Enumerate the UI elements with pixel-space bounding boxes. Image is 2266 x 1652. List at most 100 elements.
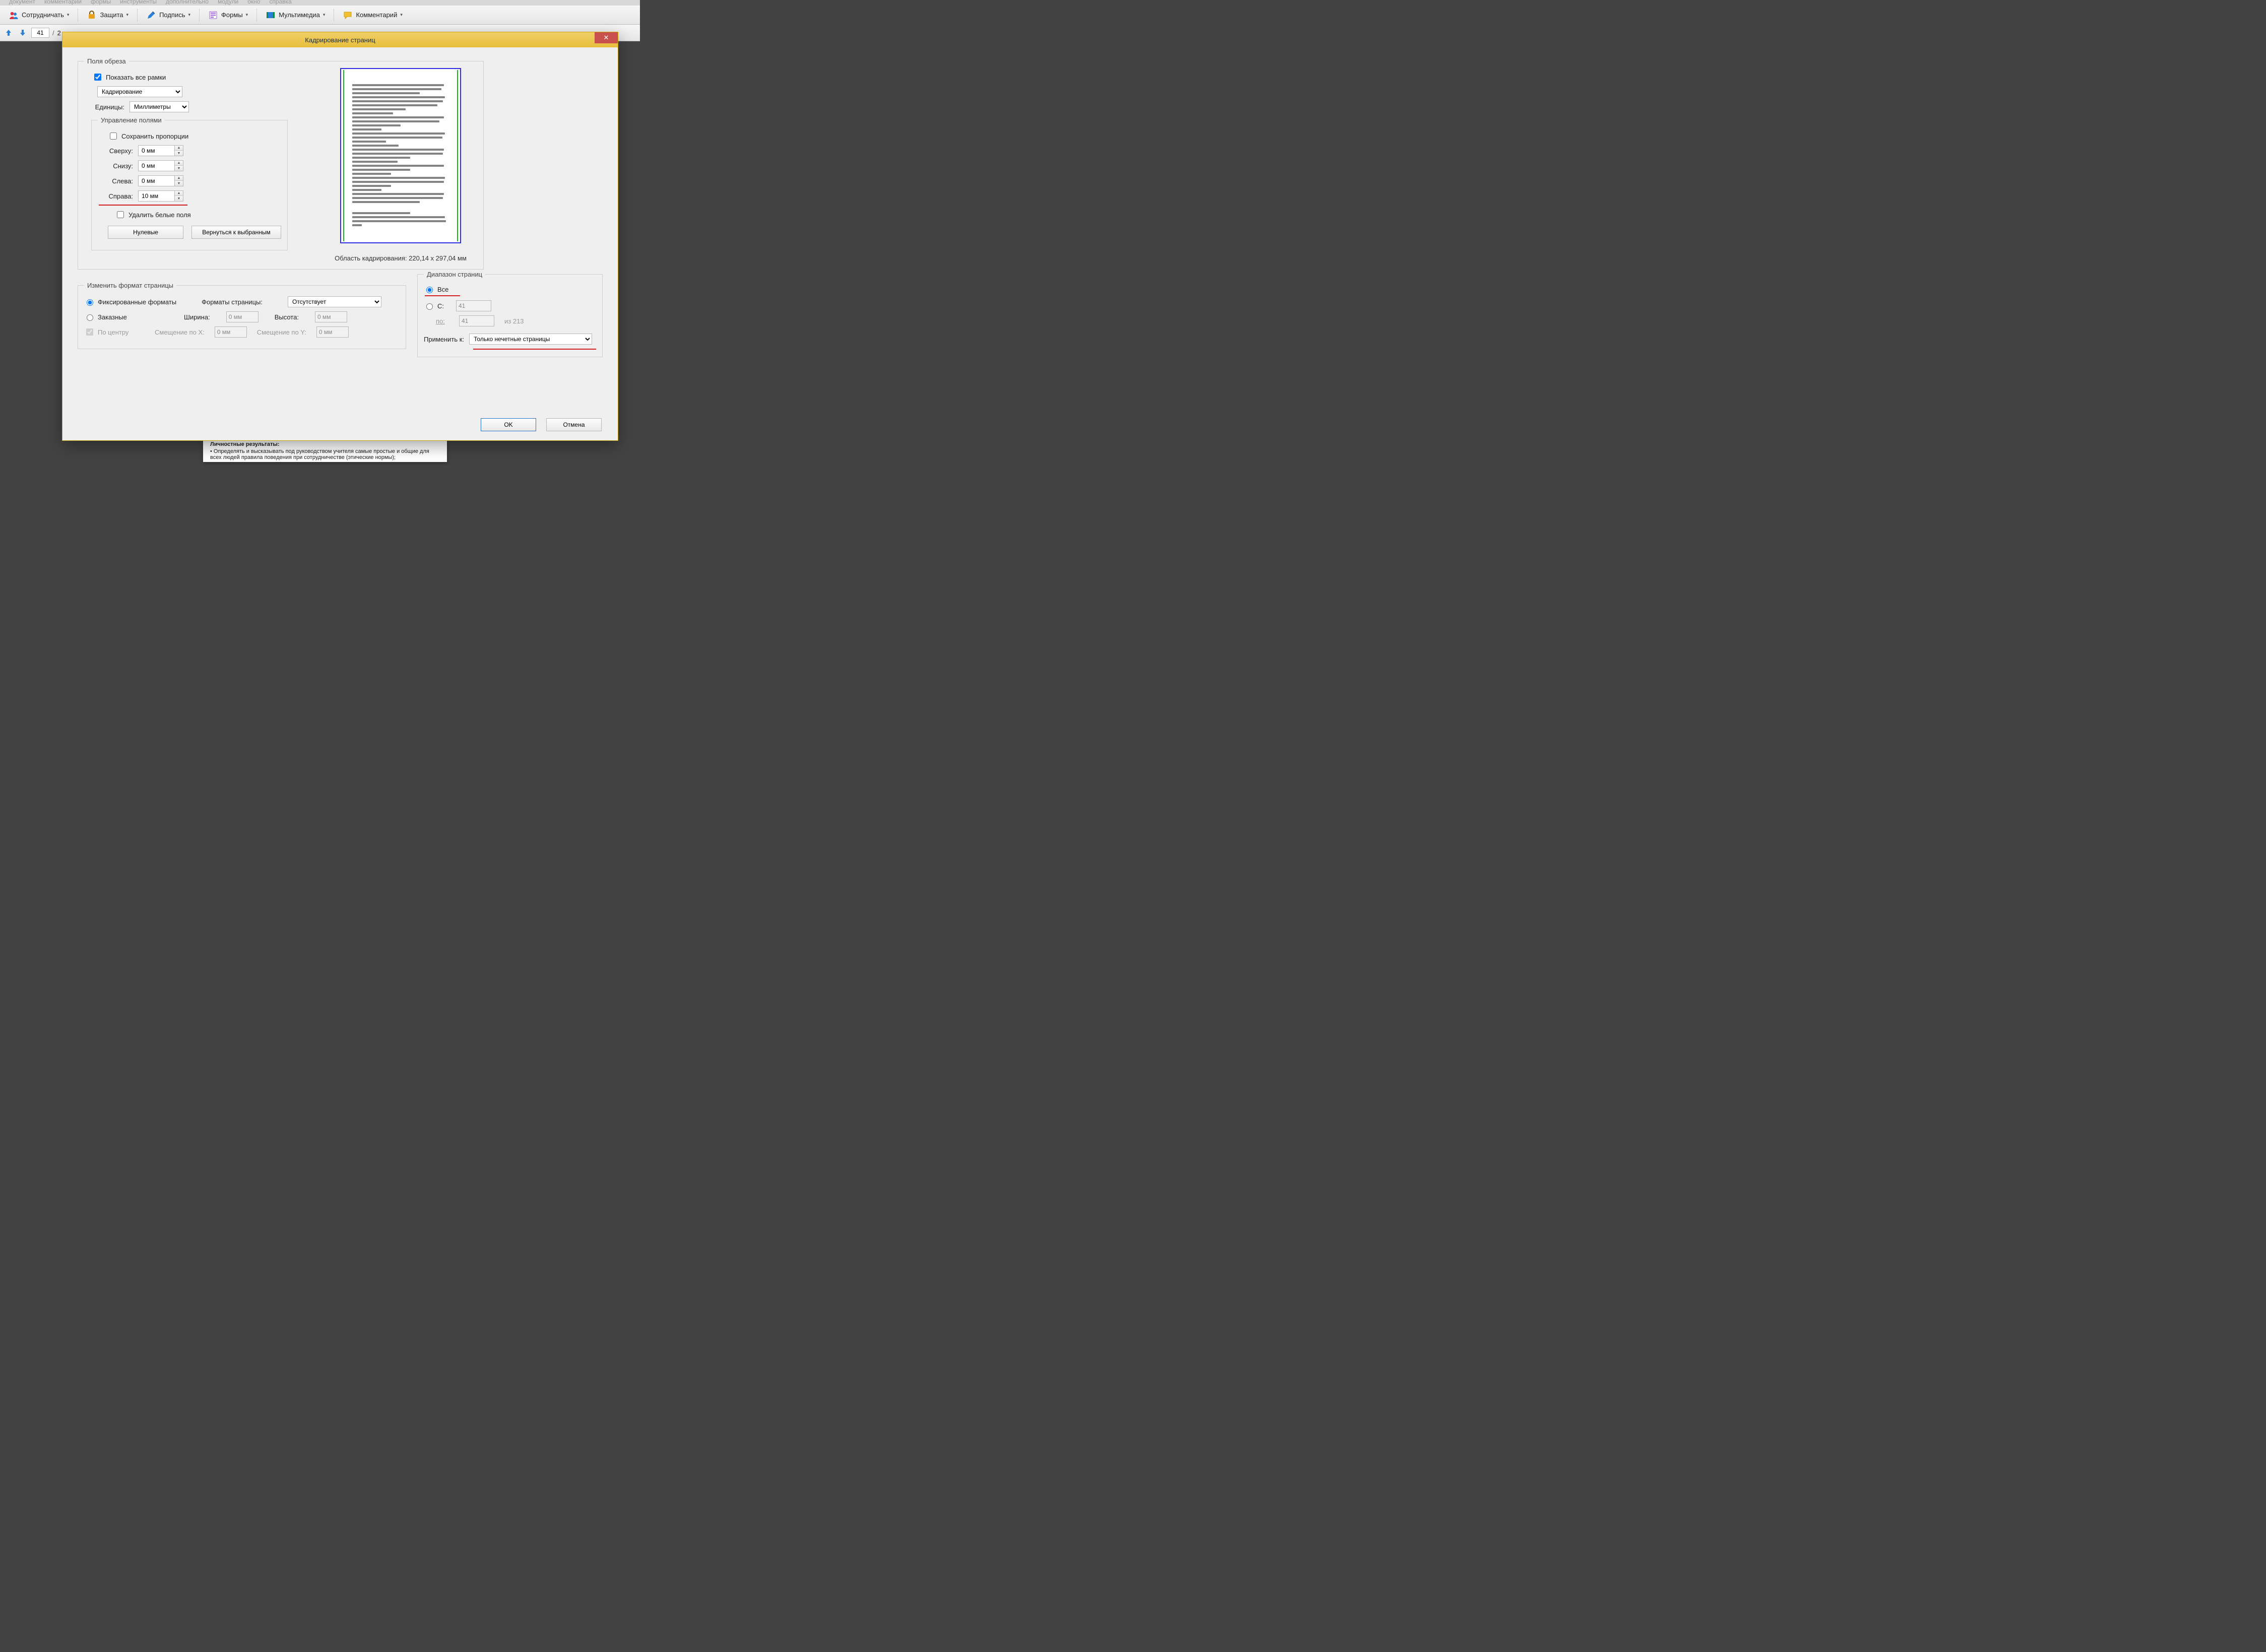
page-preview: [340, 68, 461, 243]
forms-button[interactable]: Формы ▾: [204, 8, 252, 22]
close-button[interactable]: ✕: [595, 32, 618, 43]
margin-left-spinner[interactable]: ▲▼: [138, 175, 183, 186]
units-select[interactable]: Миллиметры: [130, 101, 189, 112]
range-from-input[interactable]: [426, 303, 433, 310]
nav-down-icon[interactable]: [17, 27, 28, 38]
page-range-group: Диапазон страниц Все С: по:: [417, 271, 603, 357]
comment-label: Комментарий: [356, 11, 397, 19]
fixed-formats-label: Фиксированные форматы: [98, 298, 176, 306]
sign-button[interactable]: Подпись ▾: [142, 8, 195, 22]
center-label: По центру: [98, 328, 128, 336]
keep-ratio-input[interactable]: [110, 133, 117, 140]
margin-bottom-spinner[interactable]: ▲▼: [138, 160, 183, 171]
comment-button[interactable]: Комментарий ▾: [338, 8, 407, 22]
center-input: [86, 328, 93, 336]
menu-item[interactable]: окно: [247, 0, 260, 5]
reset-zero-button[interactable]: Нулевые: [108, 226, 183, 239]
toolbar-separator: [137, 9, 138, 22]
chevron-down-icon: ▾: [246, 12, 248, 18]
highlight-underline: [425, 295, 460, 296]
remove-white-label: Удалить белые поля: [128, 211, 191, 219]
crop-fields-legend: Поля обреза: [84, 57, 129, 65]
toolbar-separator: [256, 9, 257, 22]
margin-top-spinner[interactable]: ▲▼: [138, 145, 183, 156]
people-icon: [9, 10, 19, 20]
apply-to-label: Применить к:: [424, 336, 464, 343]
remove-white-checkbox[interactable]: Удалить белые поля: [115, 210, 191, 220]
dialog-title: Кадрирование страниц: [305, 36, 375, 44]
menu-item[interactable]: справка: [269, 0, 291, 5]
menu-item[interactable]: документ: [9, 0, 35, 5]
chevron-down-icon: ▾: [126, 12, 129, 18]
spin-down-button[interactable]: ▼: [175, 181, 183, 186]
page-formats-select[interactable]: Отсутствует: [288, 296, 381, 307]
spin-up-button[interactable]: ▲: [175, 146, 183, 151]
show-all-frames-checkbox[interactable]: Показать все рамки: [92, 72, 166, 82]
custom-formats-input[interactable]: [87, 314, 93, 321]
margin-right-input[interactable]: [138, 190, 174, 202]
app-menubar: документ комментарии формы инструменты д…: [0, 0, 640, 6]
spin-up-button[interactable]: ▲: [175, 161, 183, 166]
margins-legend: Управление полями: [98, 116, 165, 124]
crop-area-value: 220,14 x 297,04 мм: [409, 254, 467, 262]
media-button[interactable]: Мультимедиа ▾: [261, 8, 330, 22]
margin-bottom-input[interactable]: [138, 160, 174, 171]
margin-left-input[interactable]: [138, 175, 174, 186]
range-legend: Диапазон страниц: [424, 271, 485, 278]
range-to-value: [459, 315, 494, 326]
collaborate-button[interactable]: Сотрудничать ▾: [4, 8, 74, 22]
spin-down-button[interactable]: ▼: [175, 196, 183, 201]
menu-item[interactable]: модули: [218, 0, 238, 5]
offset-y-input: [316, 326, 349, 338]
fixed-formats-radio[interactable]: Фиксированные форматы: [84, 298, 176, 306]
doc-line: Личностные результаты:: [210, 441, 440, 447]
margin-top-input[interactable]: [138, 145, 174, 156]
page-total: 2: [57, 29, 61, 37]
highlight-underline: [473, 349, 596, 350]
range-all-radio[interactable]: Все: [424, 285, 448, 293]
page-separator: /: [52, 29, 54, 37]
highlight-underline: [99, 205, 187, 206]
spin-down-button[interactable]: ▼: [175, 151, 183, 156]
dialog-actions: OK Отмена: [481, 418, 602, 431]
range-from-value: [456, 300, 491, 311]
height-input: [315, 311, 347, 322]
collaborate-label: Сотрудничать: [22, 11, 64, 19]
cancel-button[interactable]: Отмена: [546, 418, 602, 431]
margin-right-spinner[interactable]: ▲▼: [138, 190, 183, 202]
nav-up-icon[interactable]: [3, 27, 14, 38]
custom-formats-radio[interactable]: Заказные: [84, 313, 168, 321]
menu-item[interactable]: комментарии: [44, 0, 82, 5]
show-all-frames-label: Показать все рамки: [106, 74, 166, 81]
menu-item[interactable]: формы: [91, 0, 111, 5]
keep-ratio-checkbox[interactable]: Сохранить пропорции: [108, 131, 188, 141]
spin-down-button[interactable]: ▼: [175, 166, 183, 171]
crop-type-select[interactable]: Кадрирование: [97, 86, 182, 97]
menu-item[interactable]: инструменты: [120, 0, 157, 5]
range-all-input[interactable]: [426, 287, 433, 293]
form-icon: [208, 10, 218, 20]
remove-white-input[interactable]: [117, 211, 124, 218]
crop-fields-group: Поля обреза Показать все рамки Кадрирова…: [78, 57, 484, 270]
fixed-formats-input[interactable]: [87, 299, 93, 306]
dialog-body: Поля обреза Показать все рамки Кадрирова…: [63, 47, 617, 439]
range-from-radio[interactable]: С:: [424, 302, 444, 310]
spin-up-button[interactable]: ▲: [175, 176, 183, 181]
main-toolbar: Сотрудничать ▾ Защита ▾ Подпись ▾ Формы …: [0, 6, 640, 25]
units-label: Единицы:: [87, 103, 124, 111]
protect-button[interactable]: Защита ▾: [82, 8, 133, 22]
crop-pages-dialog: Кадрирование страниц ✕ Поля обреза Показ…: [62, 32, 618, 441]
show-all-frames-input[interactable]: [94, 74, 101, 81]
spin-up-button[interactable]: ▲: [175, 191, 183, 196]
film-icon: [266, 10, 276, 20]
margin-top-label: Сверху:: [98, 147, 133, 155]
ok-button[interactable]: OK: [481, 418, 536, 431]
revert-button[interactable]: Вернуться к выбранным: [191, 226, 281, 239]
crop-area-readout: Область кадрирования: 220,14 x 297,04 мм: [335, 254, 467, 262]
range-total: из 213: [504, 317, 524, 325]
apply-to-select[interactable]: Только нечетные страницы: [469, 334, 592, 345]
menu-item[interactable]: дополнительно: [166, 0, 209, 5]
page-number-input[interactable]: [31, 28, 49, 38]
center-checkbox: По центру: [84, 327, 145, 337]
pen-icon: [146, 10, 156, 20]
